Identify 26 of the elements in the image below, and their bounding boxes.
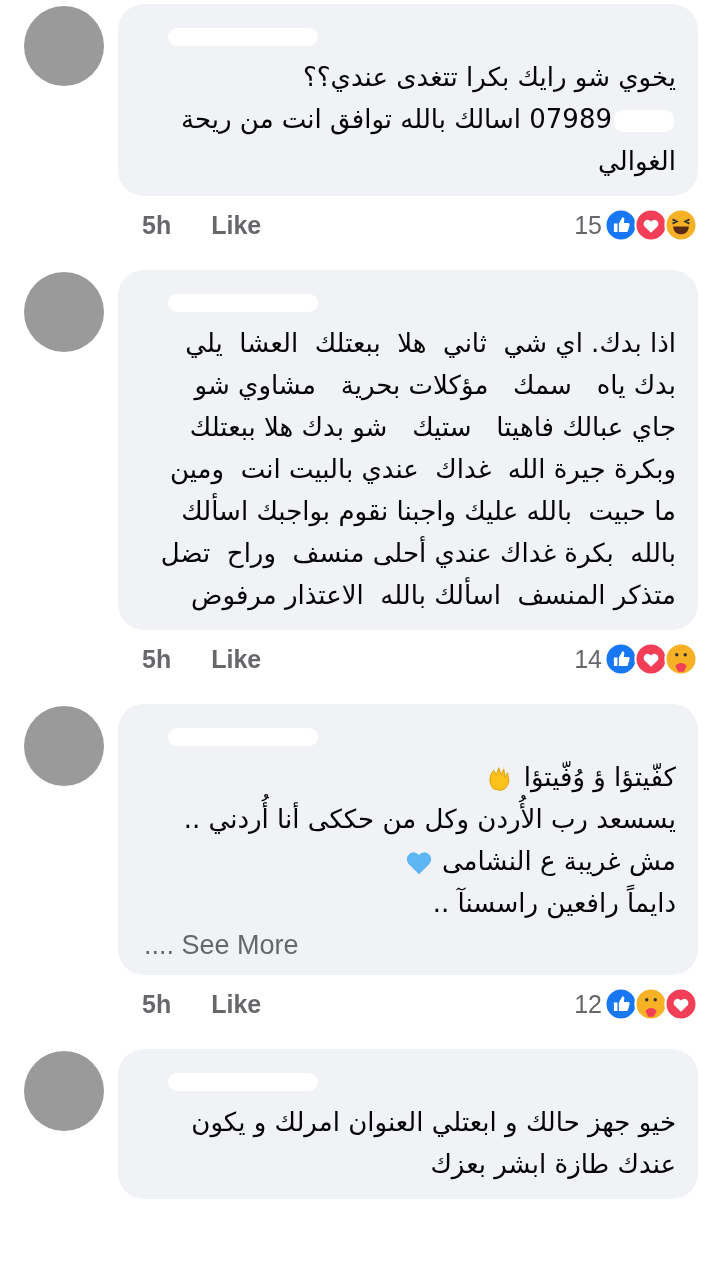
comment-text: 07989 اسالك بالله توافق انت من ريحة الغوالي	[180, 103, 676, 179]
hugging-face-icon	[664, 642, 698, 676]
like-reaction-icon	[604, 642, 638, 676]
comment-time: 5h	[142, 989, 172, 1019]
comment-time: 5h	[142, 210, 172, 240]
heart-reaction-icon	[664, 987, 698, 1021]
hugging-face-icon	[634, 987, 668, 1021]
comment-text: اذا بدك. اي شي ثاني هلا ببعتلك العشا يلي بدك ياه سمك مؤكلات بحرية مشاوي شو جاي عبالك فاهيتا ستيك شو بدك هلا ببعتلك	[184, 327, 676, 445]
reaction-count: 12	[574, 989, 602, 1019]
like-reaction-icon	[604, 208, 638, 242]
heart-reaction-icon	[634, 208, 668, 242]
like-button[interactable]: Like	[211, 644, 262, 674]
see-more-link[interactable]: .... See More	[144, 930, 299, 961]
comment-text: يخوي شو رايك بكرا تتغدى عندي؟؟	[302, 61, 676, 95]
comment-text: خيو جهز حالك و ابعتلي العنوان امرلك و يكون عندك طازة ابشر بعزك	[190, 1106, 676, 1182]
reaction-count: 15	[574, 210, 602, 240]
comment-time: 5h	[142, 644, 172, 674]
comment-text: وبكرة جيرة الله غداك عندي بالبيت انت ومين ما حبيت بالله عليك واجبنا نقوم بواجبك اسألك بالله بكرة غداك عندي أحلى منسف وراح تضل متذكر المنسف اسألك بالله الاعتذار مرفوض	[159, 453, 676, 613]
heart-reaction-icon	[634, 642, 668, 676]
comment-text: دايماً رافعين راسسنآ ..	[144, 882, 676, 924]
like-button[interactable]: Like	[211, 210, 262, 240]
laughing-face-icon	[664, 208, 698, 242]
like-reaction-icon	[604, 987, 638, 1021]
reaction-count: 14	[574, 644, 602, 674]
like-button[interactable]: Like	[211, 989, 262, 1019]
comment-text: مش غريبة ع النشامى	[144, 840, 676, 882]
